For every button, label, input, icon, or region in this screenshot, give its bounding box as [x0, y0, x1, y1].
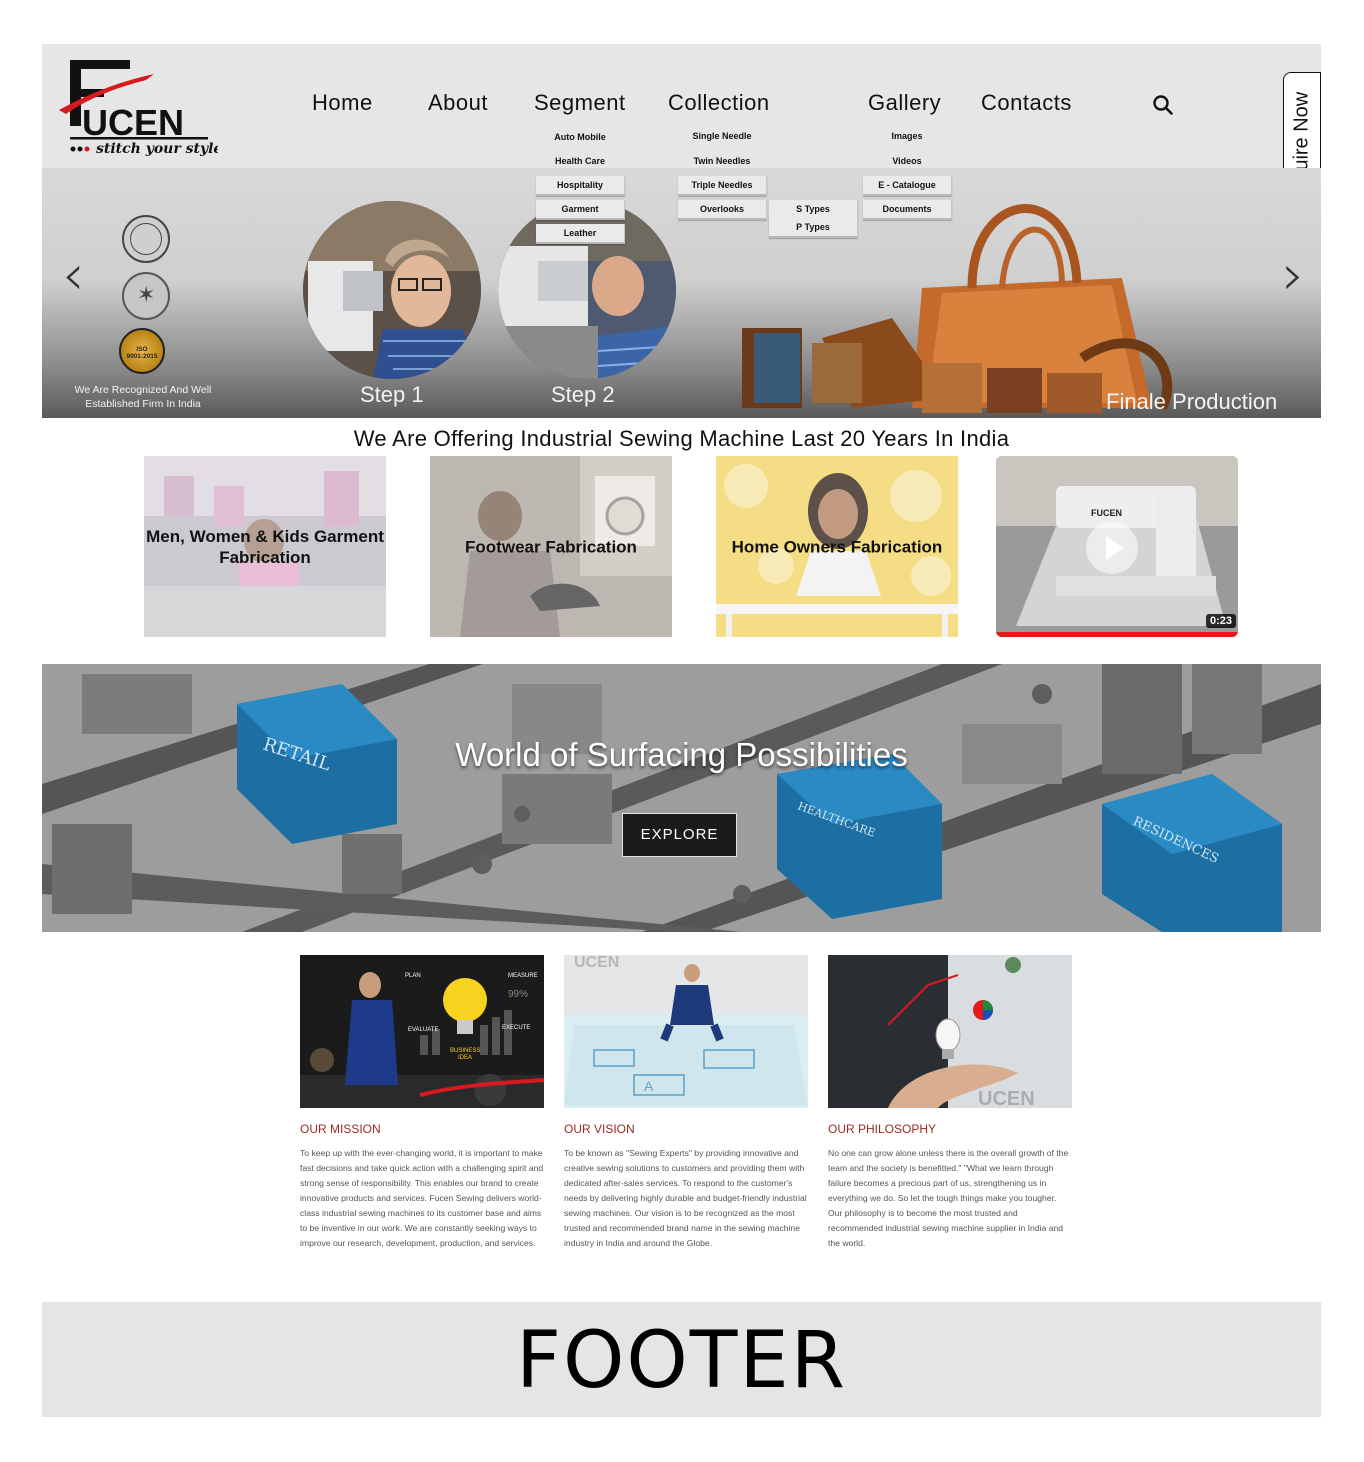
gallery-item-documents[interactable]: Documents — [863, 200, 952, 220]
mission-image-word-percent: 99% — [508, 989, 528, 1000]
nav-segment[interactable]: Segment — [534, 90, 626, 116]
svg-text:FUCEN: FUCEN — [1091, 508, 1122, 518]
card-footwear-fabrication[interactable]: Footwear Fabrication — [430, 456, 672, 637]
recognized-caption: We Are Recognized And Well Established F… — [74, 384, 212, 410]
mission-text: To keep up with the ever-changing world,… — [300, 1148, 544, 1248]
logo-mark: UCEN stitch your style — [59, 60, 222, 157]
philosophy-title: OUR PHILOSOPHY — [828, 1122, 937, 1136]
search-icon[interactable] — [1152, 94, 1174, 116]
fucen-logo[interactable]: UCEN stitch your style — [58, 58, 222, 162]
chevron-right-icon: › — [1282, 243, 1305, 308]
overlooks-item-p-types[interactable]: P Types — [769, 218, 858, 238]
gallery-item-e-catalogue[interactable]: E - Catalogue — [863, 176, 952, 196]
segment-item-garment[interactable]: Garment — [536, 200, 625, 220]
philosophy-text: No one can grow alone unless there is th… — [828, 1148, 1069, 1248]
collection-item-twin-needles[interactable]: Twin Needles — [678, 156, 766, 166]
philosophy-image-watermark: UCEN — [978, 1088, 1035, 1108]
step2-label: Step 2 — [551, 382, 615, 407]
mission-title: OUR MISSION — [300, 1122, 381, 1136]
segment-item-auto-mobile[interactable]: Auto Mobile — [536, 132, 624, 142]
mission-image-word-plan: PLAN — [405, 973, 421, 979]
mission-image-word-evaluate: EVALUATE — [408, 1027, 438, 1033]
quality-seal-icon: ✶ — [122, 272, 170, 320]
segment-item-health-care[interactable]: Health Care — [536, 156, 624, 166]
mission-image-word-execute: EXECUTE — [502, 1025, 530, 1031]
step1-photo — [303, 201, 481, 379]
card-label-garment: Men, Women & Kids Garment Fabrication — [146, 526, 384, 567]
mission-image-word-measure: MEASURE — [508, 973, 538, 979]
world-banner: RETAIL HEALTHCARE RESIDENCES — [42, 664, 1321, 932]
mission-image: PLAN MEASURE 99% EVALUATE EXECUTE BUSINE… — [300, 955, 544, 1108]
nav-about[interactable]: About — [428, 90, 488, 116]
logo-tagline: stitch your style — [96, 141, 218, 157]
explore-button[interactable]: EXPLORE — [622, 813, 737, 857]
nav-contacts[interactable]: Contacts — [981, 90, 1072, 116]
nav-home[interactable]: Home — [312, 90, 373, 116]
isometric-city-image: RETAIL HEALTHCARE RESIDENCES — [42, 664, 1321, 932]
nav-collection[interactable]: Collection — [668, 90, 770, 116]
step1-label: Step 1 — [360, 382, 424, 407]
philosophy-image: UCEN — [828, 955, 1072, 1108]
vision-title: OUR VISION — [564, 1122, 635, 1136]
card-garment-fabrication[interactable]: Men, Women & Kids Garment Fabrication — [144, 456, 386, 637]
world-title: World of Surfacing Possibilities — [455, 736, 908, 773]
iso-badge-icon: ISO 9001:2015 — [119, 328, 165, 374]
collection-item-triple-needles[interactable]: Triple Needles — [678, 176, 767, 196]
svg-text:A: A — [644, 1078, 654, 1094]
video-duration: 0:23 — [1206, 614, 1237, 628]
vision-text: To be known as "Sewing Experts" by provi… — [564, 1148, 807, 1248]
logo-wordmark: UCEN — [82, 102, 184, 143]
card-label-footwear: Footwear Fabrication — [465, 537, 637, 556]
segment-item-leather[interactable]: Leather — [536, 224, 625, 244]
vision-image-watermark: UCEN — [574, 955, 619, 971]
play-button-icon[interactable] — [1086, 522, 1138, 574]
vision-image: A UCEN — [564, 955, 808, 1108]
gallery-item-images[interactable]: Images — [863, 131, 951, 141]
mission-image-word-idea: IDEA — [458, 1055, 472, 1061]
collection-item-overlooks[interactable]: Overlooks — [678, 200, 767, 220]
overlooks-item-s-types[interactable]: S Types — [769, 200, 858, 220]
video-progress-bar — [996, 632, 1238, 637]
video-card[interactable]: FUCEN 0:23 — [996, 456, 1238, 637]
hero-next-button[interactable]: › — [1282, 248, 1304, 304]
card-label-home-owners: Home Owners Fabrication — [731, 537, 943, 556]
collection-item-single-needle[interactable]: Single Needle — [678, 131, 766, 141]
nav-gallery[interactable]: Gallery — [868, 90, 941, 116]
segment-item-hospitality[interactable]: Hospitality — [536, 176, 625, 196]
leather-goods-image — [742, 204, 1173, 413]
gallery-item-videos[interactable]: Videos — [863, 156, 951, 166]
iso-badge-label: ISO 9001:2015 — [126, 346, 158, 360]
footer-label: FOOTER — [516, 1316, 847, 1406]
card-home-owners-fabrication[interactable]: Home Owners Fabrication — [716, 456, 958, 637]
finale-production-label: Finale Production — [1106, 389, 1278, 414]
hero-prev-button[interactable]: ‹ — [62, 248, 84, 304]
certification-badge-icon — [122, 215, 170, 263]
offer-heading: We Are Offering Industrial Sewing Machin… — [353, 426, 1010, 451]
mission-image-word-business: BUSINESS — [450, 1048, 480, 1054]
chevron-left-icon: ‹ — [62, 243, 85, 308]
